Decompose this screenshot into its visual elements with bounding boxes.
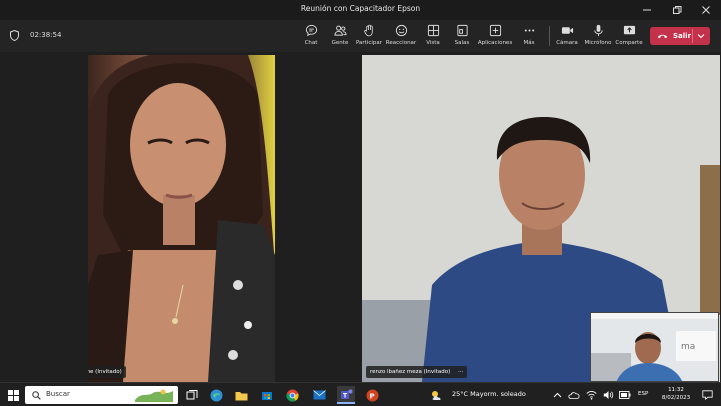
start-button[interactable] bbox=[4, 386, 22, 404]
participant-name-left: Clara Celeste Cardoza Pesiche (Invitado) bbox=[88, 366, 126, 378]
rooms-label: Salas bbox=[454, 40, 470, 46]
chevron-down-icon[interactable] bbox=[697, 33, 705, 39]
react-label: Reaccionar bbox=[385, 40, 417, 46]
hang-up-icon bbox=[657, 34, 668, 39]
store-icon bbox=[262, 392, 272, 400]
mic-label: Micrófono bbox=[584, 40, 612, 46]
minimize-button[interactable] bbox=[632, 0, 662, 20]
network-button[interactable] bbox=[582, 386, 600, 404]
powerpoint-button[interactable]: P bbox=[363, 386, 381, 404]
self-view-video[interactable]: ma bbox=[590, 312, 719, 382]
video-stage: Clara Celeste Cardoza Pesiche (Invitado)… bbox=[0, 52, 721, 382]
tray-overflow-button[interactable] bbox=[548, 386, 566, 404]
participant-options-button[interactable]: ··· bbox=[458, 369, 463, 375]
search-placeholder: Buscar bbox=[46, 390, 70, 398]
chat-label: Chat bbox=[304, 40, 318, 46]
share-screen-icon bbox=[623, 25, 635, 35]
react-button[interactable]: Reaccionar bbox=[384, 23, 418, 51]
add-apps-icon bbox=[489, 24, 501, 37]
meeting-toolbar: 02:38:54 Chat Gente Participar Reacciona… bbox=[0, 20, 721, 52]
apps-label: Aplicaciones bbox=[477, 40, 513, 46]
cloud-icon bbox=[568, 392, 580, 399]
search-highlight-icon bbox=[135, 389, 173, 402]
grid-view-icon bbox=[427, 24, 439, 37]
share-label: Comparte bbox=[615, 40, 643, 46]
clock-date: 8/02/2023 bbox=[661, 395, 691, 401]
camera-icon bbox=[561, 27, 573, 34]
teams-button[interactable]: T bbox=[337, 386, 355, 404]
battery-icon bbox=[619, 391, 631, 399]
rooms-button[interactable]: Salas bbox=[445, 23, 479, 51]
partly-sunny-icon bbox=[431, 390, 441, 400]
chrome-icon bbox=[285, 389, 299, 402]
folder-icon bbox=[235, 391, 247, 400]
more-button[interactable]: Más bbox=[512, 23, 546, 51]
edge-icon bbox=[210, 389, 222, 401]
language-indicator[interactable]: ESP bbox=[638, 391, 648, 397]
raise-hand-button[interactable]: Participar bbox=[352, 23, 386, 51]
more-label: Más bbox=[523, 40, 535, 46]
raise-hand-label: Participar bbox=[355, 40, 383, 46]
restore-icon bbox=[673, 6, 682, 14]
teams-icon: T bbox=[340, 389, 352, 399]
participant-name-right-text: renzo ibañez meza (Invitado) bbox=[370, 369, 451, 375]
svg-text:ma: ma bbox=[681, 342, 695, 352]
chevron-up-icon bbox=[553, 392, 561, 398]
leave-button[interactable]: Salir bbox=[650, 27, 710, 45]
leave-divider bbox=[692, 29, 693, 43]
speaker-icon bbox=[603, 391, 613, 399]
task-view-button[interactable] bbox=[183, 386, 201, 404]
weather-text[interactable]: 25°C Mayorm. soleado bbox=[452, 390, 526, 398]
participant-name-right: renzo ibañez meza (Invitado) ··· bbox=[366, 366, 468, 378]
system-clock[interactable]: 11:32 8/02/2023 bbox=[660, 386, 692, 402]
volume-button[interactable] bbox=[599, 386, 617, 404]
windows-logo-icon bbox=[7, 389, 19, 401]
breakout-rooms-icon bbox=[456, 24, 468, 37]
minimize-icon bbox=[643, 9, 651, 11]
participant-video-frame bbox=[88, 55, 275, 382]
close-icon bbox=[702, 6, 710, 14]
mic-button[interactable]: Micrófono bbox=[581, 23, 615, 51]
task-view-icon bbox=[186, 389, 198, 399]
camera-button[interactable]: Cámara bbox=[550, 23, 584, 51]
onedrive-button[interactable] bbox=[565, 386, 583, 404]
notification-icon bbox=[701, 390, 713, 400]
file-explorer-button[interactable] bbox=[232, 386, 250, 404]
more-dots-icon bbox=[524, 29, 534, 32]
meeting-timer: 02:38:54 bbox=[30, 31, 62, 39]
leave-label: Salir bbox=[673, 32, 692, 40]
wifi-icon bbox=[585, 391, 597, 400]
people-icon bbox=[333, 25, 347, 36]
chat-icon bbox=[305, 24, 317, 37]
windows-taskbar: Buscar T P 25°C Mayorm. soleado ESP 11:3… bbox=[0, 382, 721, 406]
edge-button[interactable] bbox=[207, 386, 225, 404]
mail-button[interactable] bbox=[310, 386, 328, 404]
apps-button[interactable]: Aplicaciones bbox=[478, 23, 512, 51]
battery-button[interactable] bbox=[616, 386, 634, 404]
share-button[interactable]: Comparte bbox=[612, 23, 646, 51]
hand-icon bbox=[363, 24, 373, 37]
close-button[interactable] bbox=[691, 0, 721, 20]
weather-widget[interactable] bbox=[427, 386, 445, 404]
view-label: Vista bbox=[426, 40, 440, 46]
maximize-button[interactable] bbox=[662, 0, 692, 20]
smiley-icon bbox=[395, 24, 407, 37]
shield-icon[interactable] bbox=[10, 30, 19, 41]
window-title: Reunión con Capacitador Epson bbox=[300, 4, 421, 13]
camera-label: Cámara bbox=[556, 40, 578, 46]
chrome-button[interactable] bbox=[283, 386, 301, 404]
powerpoint-icon: P bbox=[366, 389, 378, 401]
search-icon bbox=[32, 391, 41, 400]
clock-time: 11:32 bbox=[668, 387, 684, 393]
title-bar: Reunión con Capacitador Epson bbox=[0, 0, 721, 20]
microphone-icon bbox=[593, 24, 603, 37]
notifications-button[interactable] bbox=[698, 386, 716, 404]
svg-text:P: P bbox=[369, 392, 374, 400]
self-view-frame: ma bbox=[591, 313, 718, 381]
taskbar-search[interactable]: Buscar bbox=[25, 386, 178, 404]
mail-icon bbox=[312, 390, 326, 400]
people-label: Gente bbox=[331, 40, 349, 46]
store-button[interactable] bbox=[258, 386, 276, 404]
participant-video-left[interactable]: Clara Celeste Cardoza Pesiche (Invitado) bbox=[88, 55, 275, 382]
